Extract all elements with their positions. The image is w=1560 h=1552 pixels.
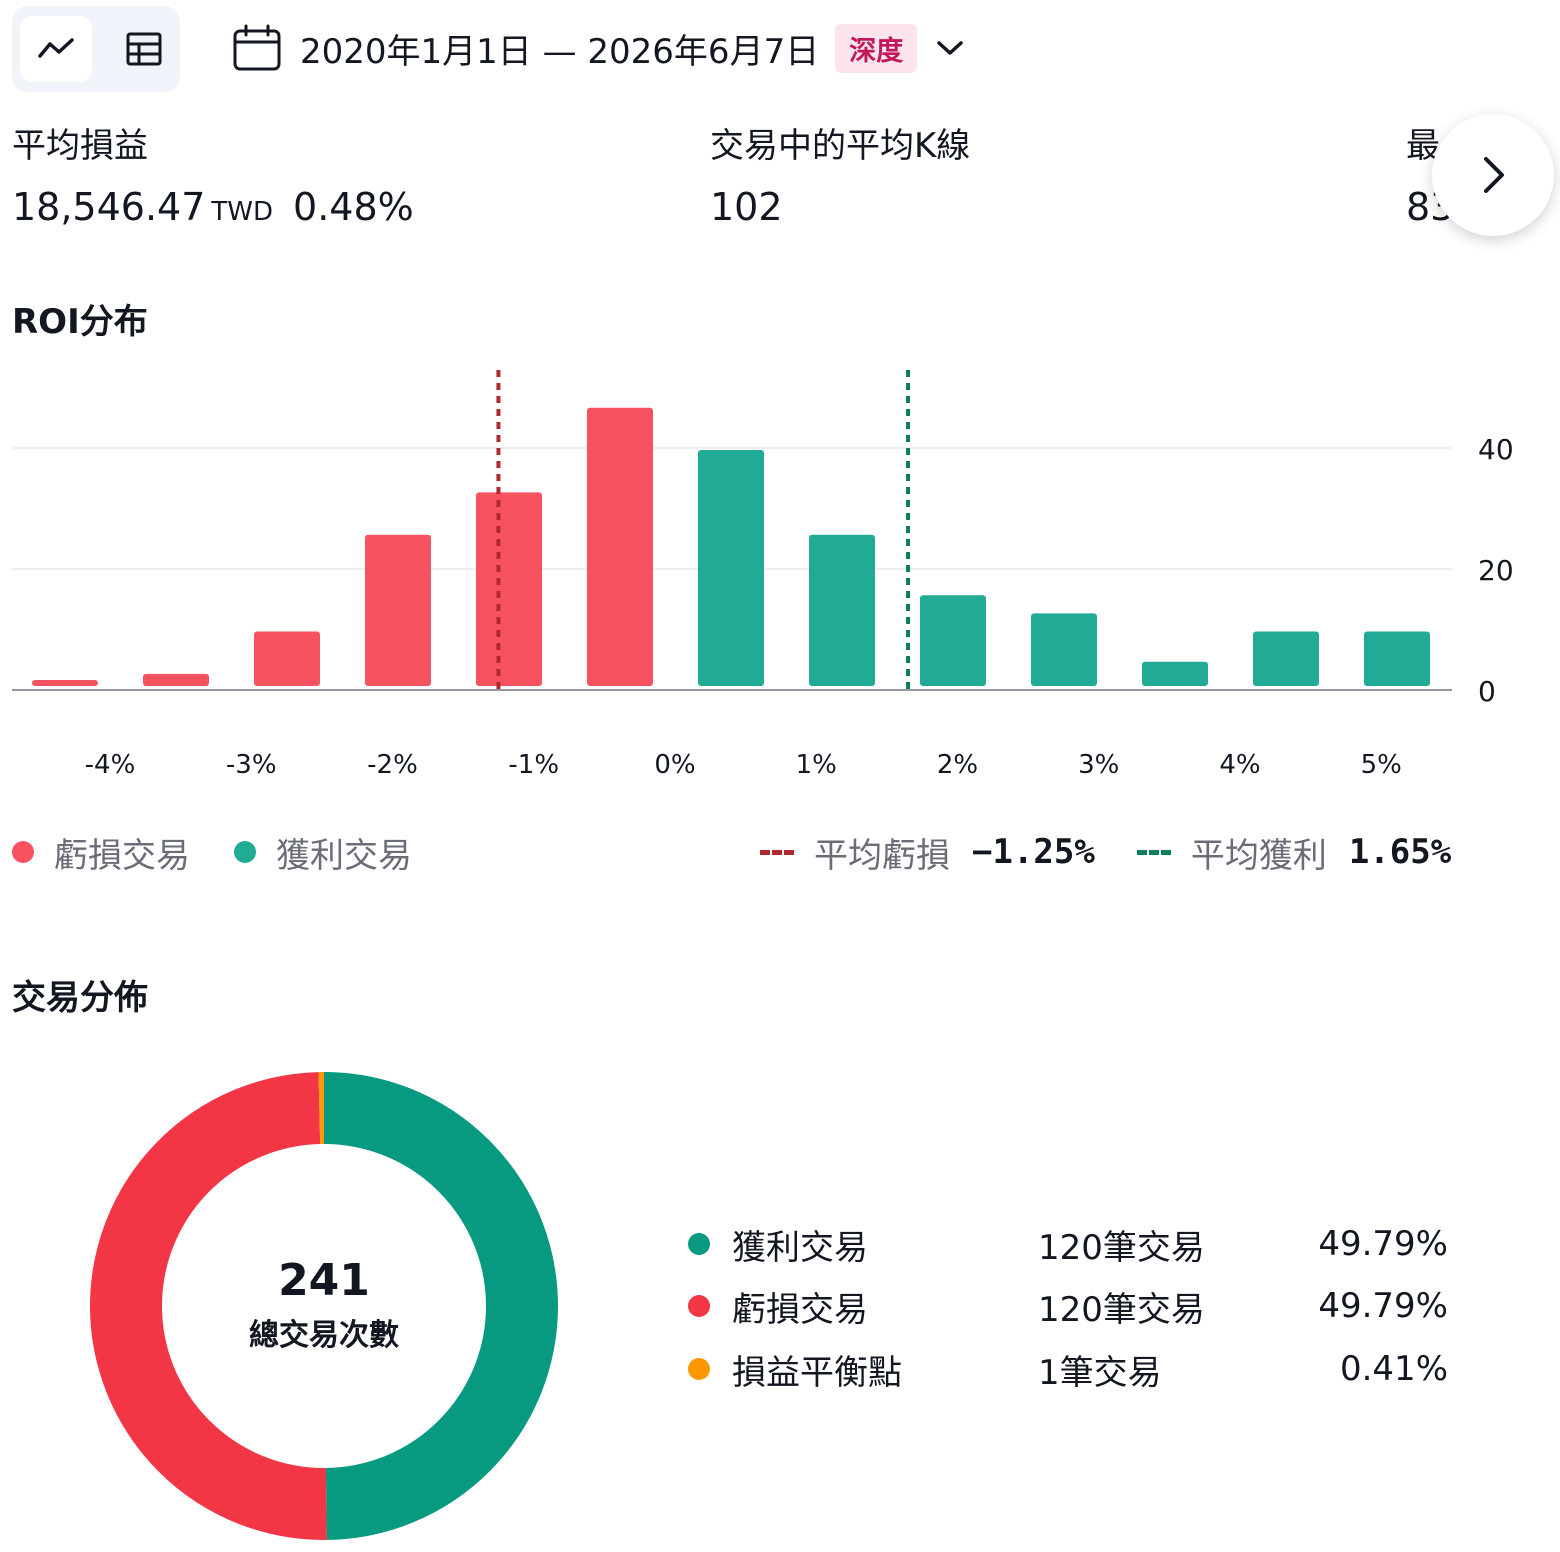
calendar-icon <box>233 24 281 71</box>
y-tick-label: 0 <box>1478 675 1496 708</box>
distribution-section-title: 交易分佈 <box>12 978 148 1018</box>
total-trades-label: 總交易次數 <box>249 1318 399 1353</box>
distribution-row-profit: 獲利交易 120筆交易 49.79% <box>688 1219 1448 1269</box>
histogram-bar[interactable] <box>32 679 98 686</box>
x-tick-label: -1% <box>508 750 559 780</box>
row-percent: 49.79% <box>1318 1224 1448 1264</box>
roi-chart: 0 20 40 -4% -3% -2% -1% 0% 1% 2% 3% 4% 5% <box>12 370 1514 780</box>
date-range-text: 2020年1月1日 — 2026年6月7日 <box>300 31 820 72</box>
breakeven-dot <box>688 1358 710 1380</box>
histogram-bar[interactable] <box>587 407 653 686</box>
roi-legend-series: 虧損交易 獲利交易 <box>12 828 412 876</box>
x-tick-label: 1% <box>796 750 837 780</box>
scroll-next-button[interactable] <box>1432 114 1554 236</box>
currency-unit: TWD <box>211 197 274 227</box>
avg-profit-value: 1.65% <box>1348 832 1452 872</box>
total-trades-value: 241 <box>278 1255 370 1306</box>
table-icon <box>126 32 162 66</box>
histogram-bar[interactable] <box>809 534 875 686</box>
x-tick-label: -2% <box>367 750 418 780</box>
avg-profit-dash <box>1136 849 1171 855</box>
histogram-bar[interactable] <box>143 673 209 686</box>
metric-value: 18,546.47 TWD 0.48% <box>12 185 414 229</box>
avg-pnl-value: 18,546.47 <box>12 185 206 229</box>
profit-legend-label: 獲利交易 <box>276 835 412 876</box>
row-count: 1筆交易 <box>1038 1352 1162 1393</box>
histogram-bar[interactable] <box>365 534 431 686</box>
histogram-bar[interactable] <box>1142 661 1208 686</box>
x-tick-label: 2% <box>937 750 978 780</box>
x-tick-label: -3% <box>226 750 277 780</box>
row-count: 120筆交易 <box>1038 1227 1205 1268</box>
histogram-bar[interactable] <box>476 492 542 686</box>
histogram-bar[interactable] <box>1364 631 1430 686</box>
x-tick-label: 0% <box>654 750 695 780</box>
metric-label: 交易中的平均K線 <box>710 126 971 166</box>
depth-badge: 深度 <box>835 23 918 73</box>
x-tick-label: 5% <box>1361 750 1402 780</box>
row-percent: 49.79% <box>1318 1286 1448 1326</box>
view-toggle <box>12 6 180 92</box>
loss-dot <box>688 1295 710 1317</box>
histogram-bar[interactable] <box>920 595 986 686</box>
avg-profit-label: 平均獲利 <box>1190 835 1327 876</box>
loss-dot <box>12 841 34 863</box>
table-view-button[interactable] <box>108 16 180 82</box>
histogram-bar[interactable] <box>1031 613 1097 686</box>
row-name: 損益平衡點 <box>732 1352 902 1393</box>
chevron-down-icon[interactable] <box>935 38 965 58</box>
profit-dot <box>688 1233 710 1255</box>
donut-center: 241 總交易次數 <box>90 1255 558 1354</box>
chart-icon <box>38 38 74 58</box>
avg-loss-label: 平均虧損 <box>814 835 950 876</box>
row-percent: 0.41% <box>1339 1349 1448 1389</box>
x-tick-label: 3% <box>1078 750 1119 780</box>
row-count: 120筆交易 <box>1038 1289 1205 1330</box>
avg-loss-value: −1.25% <box>972 832 1095 872</box>
roi-section-title: ROI分布 <box>12 302 148 342</box>
profit-dot <box>234 841 256 863</box>
metric-avg-pnl: 平均損益 18,546.47 TWD 0.48% <box>12 118 414 229</box>
avg-loss-dash <box>760 849 794 855</box>
roi-legend-averages: 平均虧損 −1.25% 平均獲利 1.65% <box>760 828 1451 876</box>
loss-legend-label: 虧損交易 <box>54 835 190 876</box>
histogram-bar[interactable] <box>254 631 320 686</box>
histogram-bar[interactable] <box>698 450 764 686</box>
metric-label: 平均損益 <box>12 126 148 166</box>
date-range-selector[interactable]: 2020年1月1日 — 2026年6月7日 深度 <box>232 18 965 78</box>
x-tick-label: -4% <box>85 750 136 780</box>
histogram-bar[interactable] <box>1253 631 1319 686</box>
distribution-row-loss: 虧損交易 120筆交易 49.79% <box>688 1281 1448 1331</box>
metric-value: 102 <box>710 185 783 229</box>
row-name: 獲利交易 <box>732 1227 868 1268</box>
chevron-right-icon <box>1484 157 1504 193</box>
metric-avg-bars: 交易中的平均K線 102 <box>710 118 970 229</box>
x-tick-label: 4% <box>1219 750 1260 780</box>
avg-pnl-percent: 0.48% <box>293 185 414 229</box>
distribution-row-breakeven: 損益平衡點 1筆交易 0.41% <box>688 1344 1448 1394</box>
chart-view-button[interactable] <box>20 16 92 82</box>
y-tick-label: 40 <box>1478 433 1514 466</box>
y-tick-label: 20 <box>1478 554 1514 587</box>
row-name: 虧損交易 <box>732 1289 868 1330</box>
